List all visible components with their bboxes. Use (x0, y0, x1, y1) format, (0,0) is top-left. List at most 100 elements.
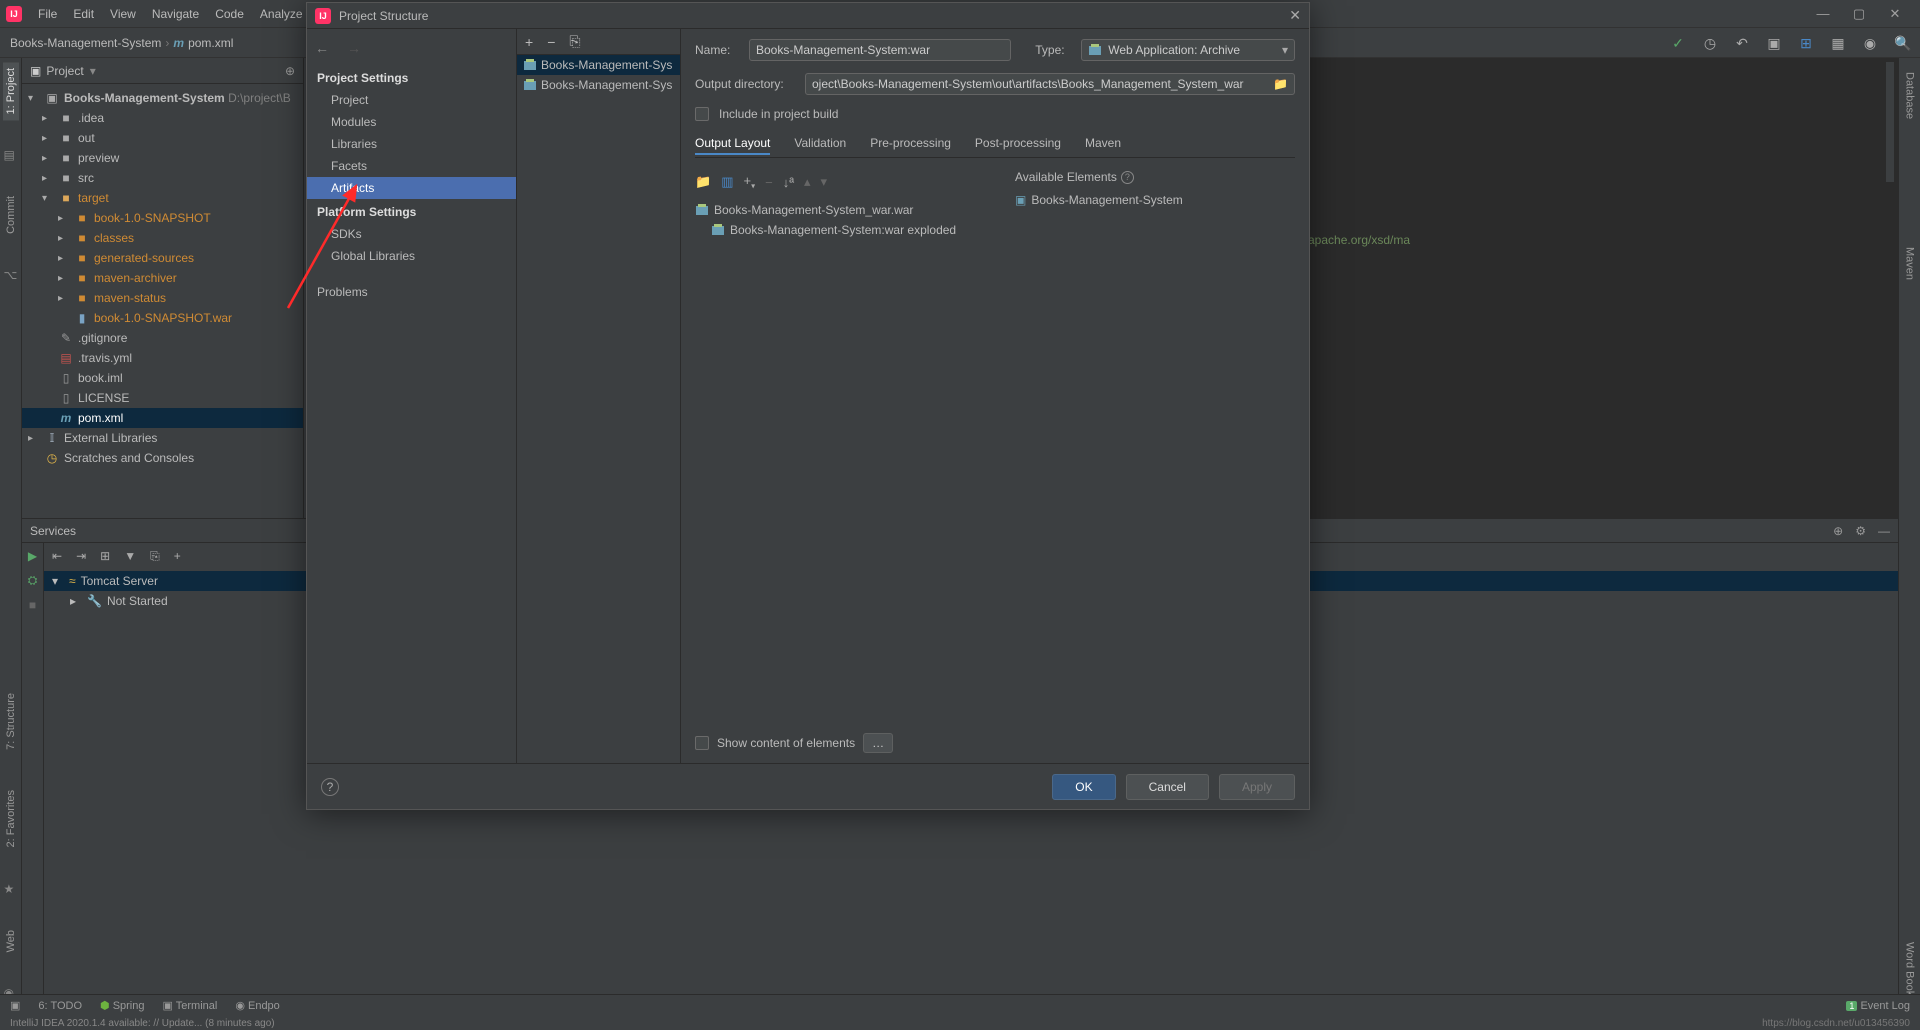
tab-spring[interactable]: ⬢ Spring (100, 999, 144, 1012)
sidebar-item-facets[interactable]: Facets (307, 155, 516, 177)
sidebar-item-artifacts[interactable]: Artifacts (307, 177, 516, 199)
show-content-checkbox[interactable] (695, 736, 709, 750)
tab-maven[interactable]: Maven (1085, 133, 1121, 155)
add-icon[interactable]: + (525, 34, 533, 50)
tree-folder-classes[interactable]: classes (94, 231, 134, 245)
editor-minimap[interactable] (1886, 62, 1894, 182)
output-layout-tree[interactable]: Books-Management-System_war.war Books-Ma… (695, 194, 985, 240)
search-icon[interactable]: 🔍 (1894, 35, 1910, 51)
close-icon[interactable]: ✕ (1888, 6, 1902, 22)
menu-edit[interactable]: Edit (65, 3, 102, 25)
avatar-icon[interactable]: ◉ (1862, 35, 1878, 51)
minimize-icon[interactable]: — (1816, 6, 1830, 22)
translate-icon[interactable]: ⊞ (1798, 35, 1814, 51)
run-icon[interactable]: ▶ (28, 549, 37, 563)
tool-database-tab[interactable]: Database (1902, 68, 1918, 123)
tree-file-gitignore[interactable]: .gitignore (78, 331, 127, 345)
bug-icon[interactable]: ⛭ (28, 573, 38, 588)
include-build-checkbox[interactable] (695, 107, 709, 121)
tree-file-pom[interactable]: pom.xml (78, 411, 123, 425)
menu-navigate[interactable]: Navigate (144, 3, 207, 25)
project-tree[interactable]: ▾▣Books-Management-System D:\project\B ▸… (22, 84, 303, 472)
tab-terminal[interactable]: ▣ Terminal (162, 999, 217, 1012)
tab-endpoints[interactable]: ◉ Endpo (235, 999, 279, 1012)
new-folder-icon[interactable]: 📁 (695, 174, 711, 190)
sidebar-item-modules[interactable]: Modules (307, 111, 516, 133)
tree-folder-idea[interactable]: .idea (78, 111, 104, 125)
breadcrumb-file[interactable]: pom.xml (188, 36, 233, 50)
tool-favorites-tab[interactable]: 2: Favorites (3, 784, 19, 853)
sidebar-item-sdks[interactable]: SDKs (307, 223, 516, 245)
tree-folder-src[interactable]: src (78, 171, 94, 185)
name-input[interactable]: Books-Management-System:war (749, 39, 1011, 61)
tab-postprocessing[interactable]: Post-processing (975, 133, 1061, 155)
expand-icon[interactable]: ⇥ (76, 549, 86, 563)
tab-eventlog[interactable]: 1 Event Log (1846, 1000, 1910, 1012)
copy-icon[interactable]: ⎘ (569, 33, 580, 50)
menu-analyze[interactable]: Analyze (252, 3, 311, 25)
artifact-list-item[interactable]: Books-Management-Sys (517, 75, 680, 95)
tool-wordbook-tab[interactable]: Word Book (1902, 938, 1918, 1000)
up-icon[interactable]: ▴ (804, 174, 811, 190)
layout-icon[interactable]: ⎘ (150, 549, 160, 564)
star-icon[interactable]: ★ (4, 882, 18, 896)
outdir-input[interactable]: oject\Books-Management-System\out\artifa… (805, 73, 1295, 95)
tree-folder-preview[interactable]: preview (78, 151, 119, 165)
menu-code[interactable]: Code (207, 3, 252, 25)
back-icon[interactable]: ← (315, 40, 329, 56)
tab-validation[interactable]: Validation (794, 133, 846, 155)
tree-file-war[interactable]: book-1.0-SNAPSHOT.war (94, 311, 232, 325)
cancel-button[interactable]: Cancel (1126, 774, 1209, 800)
clock-icon[interactable]: ◷ (1702, 35, 1718, 51)
tool-structure-tab[interactable]: 7: Structure (3, 687, 19, 756)
tree-root[interactable]: Books-Management-System (64, 91, 225, 105)
ok-button[interactable]: OK (1052, 774, 1115, 800)
maximize-icon[interactable]: ▢ (1852, 6, 1866, 22)
layout-icon[interactable]: ▥ (721, 174, 733, 190)
tab-todo[interactable]: 6: TODO (38, 1000, 82, 1012)
branch-icon[interactable]: ⌥ (4, 268, 18, 282)
tree-file-license[interactable]: LICENSE (78, 391, 129, 405)
sidebar-item-global-libraries[interactable]: Global Libraries (307, 245, 516, 267)
check-icon[interactable]: ✓ (1670, 35, 1686, 51)
grid-icon[interactable]: ⊞ (100, 549, 110, 563)
tree-folder-generated[interactable]: generated-sources (94, 251, 194, 265)
sidebar-item-problems[interactable]: Problems (307, 281, 516, 303)
breadcrumb-project[interactable]: Books-Management-System (10, 36, 161, 50)
calendar-icon[interactable]: ▦ (1830, 35, 1846, 51)
sidebar-item-project[interactable]: Project (307, 89, 516, 111)
filter-icon[interactable]: ▼ (124, 549, 136, 563)
world-icon[interactable]: ⊕ (1833, 524, 1843, 538)
tool-maven-tab[interactable]: Maven (1902, 243, 1918, 284)
tree-folder-out[interactable]: out (78, 131, 95, 145)
add-icon[interactable]: + (174, 549, 181, 563)
tool-project-tab[interactable]: 1: Project (3, 62, 19, 120)
target-icon[interactable]: ⊕ (285, 64, 295, 78)
db-icon[interactable]: ▤ (4, 148, 18, 162)
dialog-close-icon[interactable]: ✕ (1289, 7, 1301, 24)
apply-button[interactable]: Apply (1219, 774, 1295, 800)
help-icon[interactable]: ? (321, 778, 339, 796)
minimize-icon[interactable]: — (1878, 524, 1890, 538)
tree-folder-snapshot[interactable]: book-1.0-SNAPSHOT (94, 211, 211, 225)
tree-file-travis[interactable]: .travis.yml (78, 351, 132, 365)
chevron-down-icon[interactable]: ▾ (90, 64, 96, 78)
tree-folder-target[interactable]: target (78, 191, 109, 205)
browse-folder-icon[interactable]: 📁 (1273, 77, 1288, 91)
available-element-item[interactable]: Books-Management-System (1031, 193, 1182, 207)
folder-icon[interactable]: ▣ (1766, 35, 1782, 51)
tree-scratches[interactable]: Scratches and Consoles (64, 451, 194, 465)
menu-file[interactable]: File (30, 3, 65, 25)
tree-folder-archiver[interactable]: maven-archiver (94, 271, 177, 285)
tab-preprocessing[interactable]: Pre-processing (870, 133, 951, 155)
help-icon[interactable]: ? (1121, 171, 1134, 184)
artifact-list-item[interactable]: Books-Management-Sys (517, 55, 680, 75)
hide-icon[interactable]: ▣ (10, 999, 20, 1012)
undo-icon[interactable]: ↶ (1734, 35, 1750, 51)
stop-icon[interactable]: ■ (29, 598, 36, 612)
editor-area[interactable]: apache.org/xsd/ma (1298, 58, 1898, 518)
add-icon[interactable]: +▾ (743, 173, 755, 191)
sidebar-item-libraries[interactable]: Libraries (307, 133, 516, 155)
menu-view[interactable]: View (102, 3, 144, 25)
down-icon[interactable]: ▾ (821, 174, 828, 190)
